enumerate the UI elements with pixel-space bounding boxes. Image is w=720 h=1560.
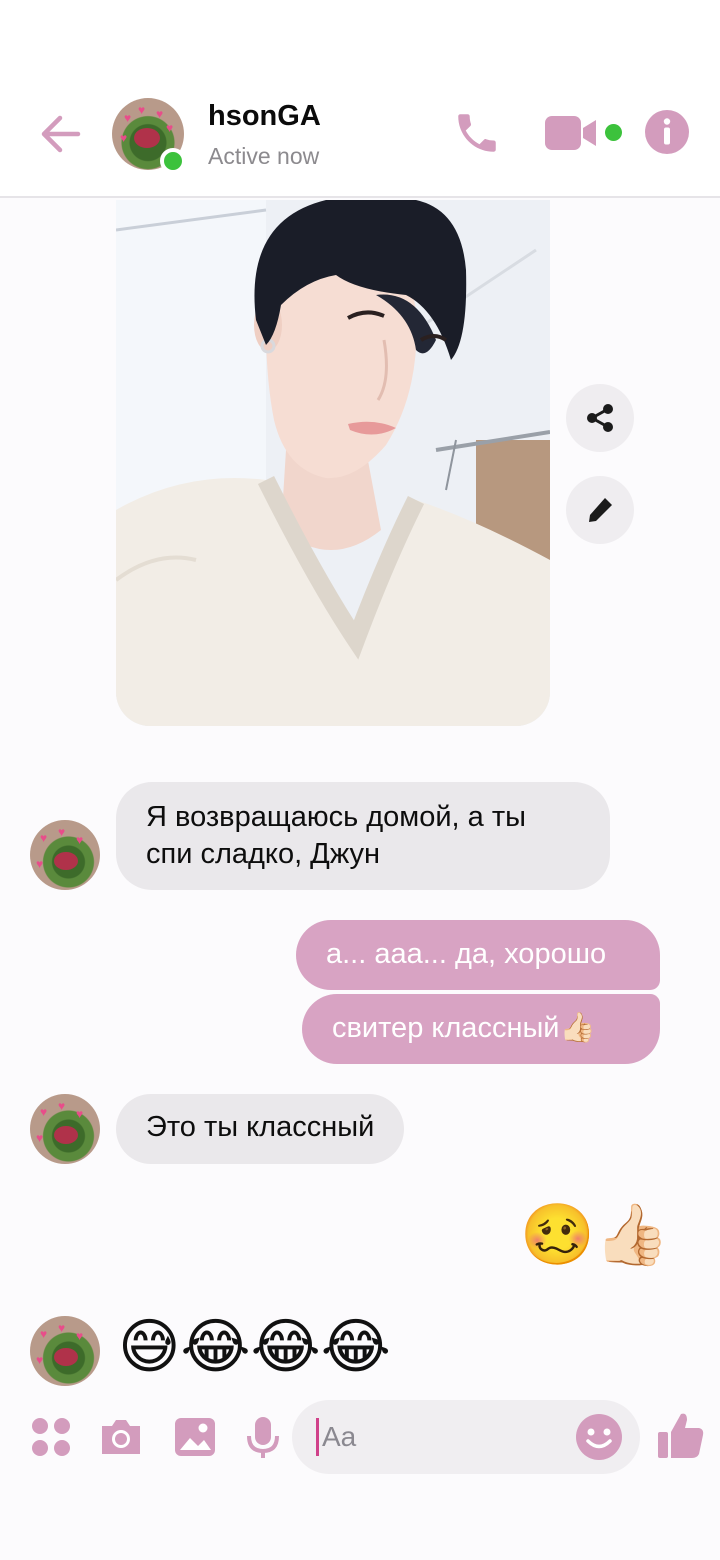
microphone-icon <box>247 1417 279 1458</box>
thumbs-up-icon <box>658 1413 704 1458</box>
message-bubble-outgoing[interactable]: свитер классный👍🏻 <box>302 994 660 1064</box>
video-active-indicator <box>605 124 622 141</box>
apps-grid-icon <box>32 1418 70 1456</box>
text-caret <box>316 1418 319 1456</box>
info-icon <box>645 110 689 154</box>
video-camera-icon <box>545 116 596 150</box>
message-text: Это ты классный <box>146 1111 375 1143</box>
message-text: свитер классный👍🏻 <box>332 1012 596 1044</box>
photo-illustration <box>116 200 550 726</box>
message-text: а... ааа... да, хорошо <box>326 938 607 970</box>
voice-call-button[interactable] <box>452 108 502 158</box>
emoji-message-outgoing[interactable]: 🥴👍🏻 <box>520 1200 669 1270</box>
message-input-placeholder: Aa <box>322 1421 357 1452</box>
pencil-icon <box>589 498 612 522</box>
online-indicator <box>160 148 186 174</box>
message-bubble-outgoing[interactable]: а... ааа... да, хорошо <box>296 920 660 990</box>
back-button[interactable] <box>34 108 90 160</box>
chat-header: ♥ ♥ ♥ ♥ ♥ hsonGA Active now <box>0 0 720 198</box>
sender-avatar[interactable]: ♥ ♥ ♥ ♥ <box>30 820 100 890</box>
camera-button[interactable] <box>98 1414 144 1460</box>
share-icon <box>587 404 613 432</box>
voice-message-button[interactable] <box>240 1414 286 1460</box>
shared-photo[interactable] <box>116 200 550 726</box>
smile-icon <box>576 1414 622 1460</box>
message-input[interactable]: Aa <box>292 1400 640 1474</box>
edit-photo-button[interactable] <box>566 476 634 544</box>
emoji-picker-button[interactable] <box>574 1412 624 1462</box>
sender-avatar[interactable]: ♥ ♥ ♥ ♥ <box>30 1094 100 1164</box>
image-icon <box>175 1418 215 1456</box>
share-photo-button[interactable] <box>566 384 634 452</box>
emoji-message-incoming[interactable]: 😅😂😂😂 <box>118 1312 391 1382</box>
contact-status: Active now <box>208 143 320 169</box>
info-button[interactable] <box>644 109 690 155</box>
camera-icon <box>102 1420 140 1454</box>
apps-button[interactable] <box>28 1414 74 1460</box>
message-text: Я возвращаюсь домой, а ты спи сладко, Дж… <box>146 801 526 870</box>
gallery-button[interactable] <box>172 1414 218 1460</box>
message-bubble-incoming[interactable]: Это ты классный <box>116 1094 405 1164</box>
arrow-left-icon <box>41 115 81 153</box>
phone-icon <box>458 114 496 152</box>
contact-name[interactable]: hsonGA <box>208 100 321 133</box>
sender-avatar[interactable]: ♥ ♥ ♥ ♥ <box>30 1316 100 1386</box>
contact-avatar[interactable]: ♥ ♥ ♥ ♥ ♥ <box>112 98 186 174</box>
video-call-button[interactable] <box>544 114 600 152</box>
message-bubble-incoming[interactable]: Я возвращаюсь домой, а ты спи сладко, Дж… <box>116 782 610 890</box>
like-button[interactable] <box>656 1410 706 1460</box>
